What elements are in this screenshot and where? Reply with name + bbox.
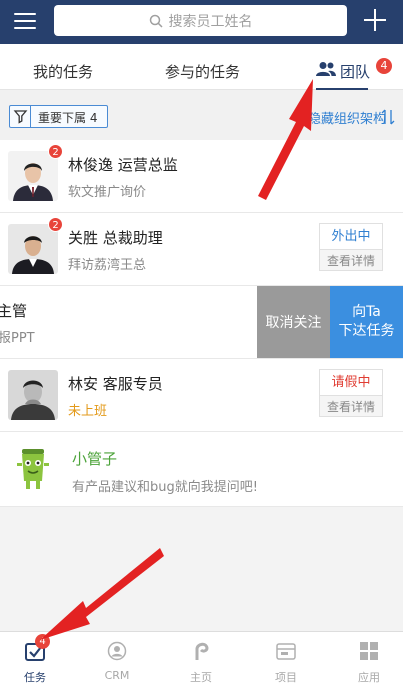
crm-icon [107,641,127,661]
unfollow-label: 取消关注 [265,315,322,331]
search-input[interactable]: 搜索员工姓名 [54,5,347,36]
nav-label: 任务 [24,671,46,684]
filter-icon [10,106,31,127]
filter-label: 重要下属 4 [38,111,98,125]
project-icon [276,643,296,660]
top-bar: 搜索员工姓名 [0,0,403,44]
member-row[interactable]: 2 关胜 总裁助理 拜访荔湾王总 外出中 查看详情 [0,213,403,286]
assign-label-line1: 向Ta [352,304,381,320]
tab-my-tasks[interactable]: 我的任务 [33,61,93,82]
assistant-name: 小管子 [72,450,118,468]
member-name: 关胜 总裁助理 [68,229,163,247]
hide-org-link[interactable]: 隐藏组织架构 [308,108,386,127]
member-name: 林俊逸 运营总监 [68,156,178,174]
member-row[interactable]: 林安 客服专员 未上班 请假中 查看详情 [0,359,403,432]
plus-icon[interactable] [364,9,386,31]
unread-badge: 2 [48,144,63,159]
mascot-avatar [8,443,58,493]
status-badge: 请假中 [319,369,383,395]
assistant-row[interactable]: 小管子 有产品建议和bug就向我提问吧! [0,432,403,507]
status-badge: 外出中 [319,223,383,249]
nav-label: 项目 [275,671,297,684]
member-task: 报PPT [0,331,35,346]
tab-joined-tasks[interactable]: 参与的任务 [165,61,240,82]
assistant-description: 有产品建议和bug就向我提问吧! [72,480,258,495]
hamburger-icon[interactable] [14,11,36,31]
member-name: 林安 客服专员 [68,375,163,393]
tasks-badge: 4 [35,634,50,649]
nav-label: 应用 [358,671,380,684]
search-icon [149,14,163,28]
assign-task-button[interactable]: 向Ta 下达任务 [330,286,403,358]
view-details-button[interactable]: 查看详情 [319,249,383,271]
nav-label: CRM [104,669,130,682]
member-task: 软文推广询价 [68,185,147,200]
important-subordinates-filter[interactable]: 重要下属 4 [9,105,108,128]
nav-home[interactable]: 主页 [161,632,241,690]
unread-badge: 2 [48,217,63,232]
avatar [8,370,58,420]
home-icon [195,642,209,660]
view-details-button[interactable]: 查看详情 [319,395,383,417]
team-icon [316,62,336,76]
member-attendance: 未上班 [68,404,108,419]
member-row[interactable]: 2 林俊逸 运营总监 软文推广询价 [0,140,403,213]
apps-grid-icon [360,642,378,660]
unfollow-button[interactable]: 取消关注 [257,286,330,358]
nav-project[interactable]: 项目 [246,632,326,690]
member-name: 主管 [0,302,28,320]
member-task: 拜访荔湾王总 [68,258,147,273]
nav-crm[interactable]: CRM [77,632,157,690]
team-badge: 4 [376,58,392,74]
avatar [8,151,58,201]
empty-area [0,507,403,631]
bottom-nav: 4 任务 CRM 主页 项目 应用 [0,631,403,690]
nav-apps[interactable]: 应用 [329,632,403,690]
nav-tasks[interactable]: 4 任务 [0,632,75,690]
assign-label-line2: 下达任务 [338,323,395,339]
sort-icon[interactable] [381,109,395,125]
search-placeholder: 搜索员工姓名 [168,13,253,30]
tab-team[interactable]: 团队 [340,61,370,82]
avatar [8,224,58,274]
nav-label: 主页 [190,671,212,684]
